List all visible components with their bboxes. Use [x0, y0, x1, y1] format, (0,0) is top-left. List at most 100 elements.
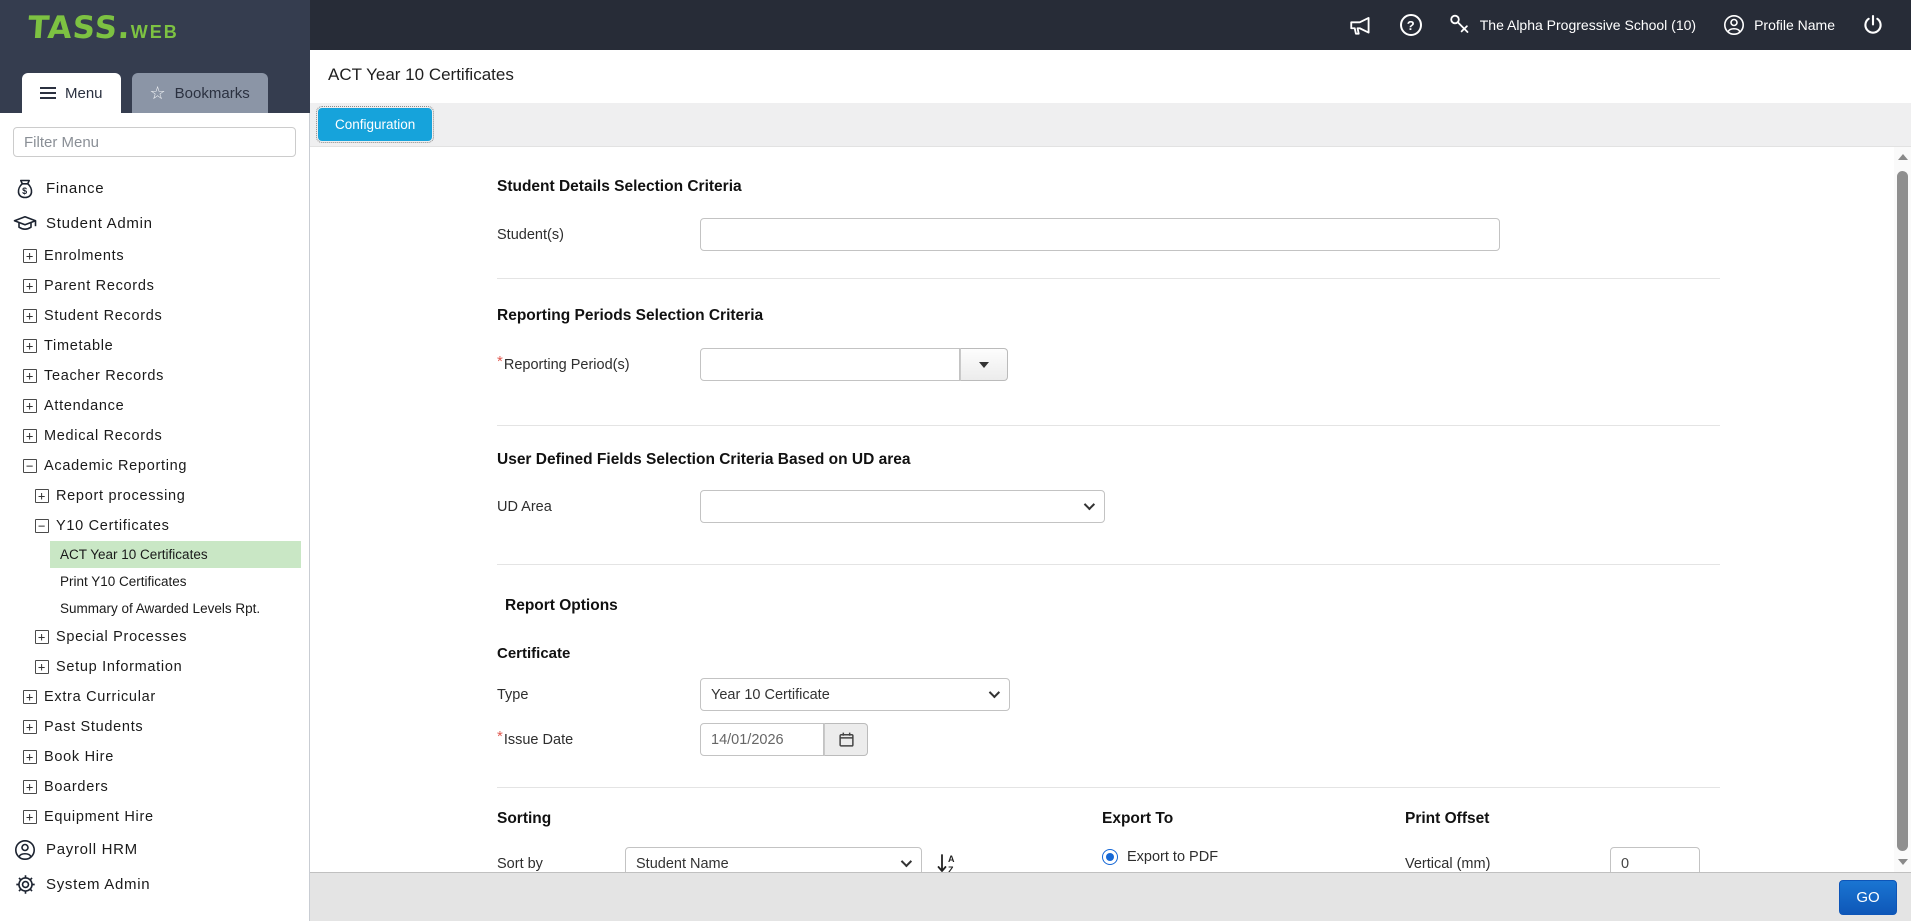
sidebar-item-label: Summary of Awarded Levels Rpt. [60, 601, 260, 616]
sidebar-item-payroll-hrm[interactable]: Payroll HRM [0, 832, 309, 867]
expand-plus-icon[interactable]: + [35, 489, 49, 503]
ud-area-select[interactable] [700, 490, 1105, 523]
chevron-down-icon [989, 687, 1000, 698]
sidebar-item-setup-information[interactable]: + Setup Information [0, 652, 309, 682]
sidebar-item-label: Payroll HRM [46, 841, 138, 858]
sort-az-icon[interactable]: A Z [935, 852, 957, 873]
expand-plus-icon[interactable]: + [35, 660, 49, 674]
sidebar-item-label: Book Hire [44, 749, 114, 765]
expand-plus-icon[interactable]: + [23, 309, 37, 323]
section-heading-report-options: Report Options [497, 597, 1720, 615]
calendar-button[interactable] [824, 723, 868, 756]
filter-menu-input[interactable] [13, 127, 296, 157]
sidebar-item-medical-records[interactable]: + Medical Records [0, 421, 309, 451]
profile-icon [1722, 13, 1746, 37]
sidebar-item-parent-records[interactable]: +Parent Records [0, 271, 309, 301]
expand-plus-icon[interactable]: + [23, 690, 37, 704]
sidebar-item-print-y10-certificates[interactable]: Print Y10 Certificates [50, 568, 301, 595]
reporting-period-label: *Reporting Period(s) [497, 356, 700, 373]
sidebar-item-label: Y10 Certificates [56, 518, 170, 534]
issue-date-label: *Issue Date [497, 731, 700, 748]
expand-plus-icon[interactable]: + [23, 339, 37, 353]
sort-by-label: Sort by [497, 856, 625, 872]
calendar-icon [838, 731, 855, 748]
sidebar-item-special-processes[interactable]: +Special Processes [0, 622, 309, 652]
certificate-type-select[interactable]: Year 10 Certificate [700, 678, 1010, 711]
expand-plus-icon[interactable]: + [23, 249, 37, 263]
title-bar: ACT Year 10 Certificates [310, 50, 1911, 103]
tass-logo[interactable]: TASS.WEB [28, 10, 179, 46]
reporting-period-dropdown-button[interactable] [960, 348, 1008, 381]
expand-plus-icon[interactable]: + [23, 429, 37, 443]
sidebar-item-student-admin[interactable]: Student Admin [0, 206, 309, 241]
collapse-minus-icon[interactable]: − [35, 519, 49, 533]
power-icon[interactable] [1861, 13, 1885, 37]
expand-plus-icon[interactable]: + [35, 630, 49, 644]
tab-configuration[interactable]: Configuration [318, 108, 432, 141]
reporting-period-input[interactable] [700, 348, 960, 381]
tab-strip: Configuration [310, 103, 1911, 147]
sidebar-item-label: Setup Information [56, 659, 182, 675]
expand-plus-icon[interactable]: + [23, 780, 37, 794]
tab-menu[interactable]: Menu [22, 73, 121, 113]
sidebar-item-academic-reporting[interactable]: −Academic Reporting [0, 451, 309, 481]
sidebar-item-summary-of-awarded-levels-rpt[interactable]: Summary of Awarded Levels Rpt. [50, 595, 301, 622]
sidebar-item-act-year-10-certificates[interactable]: ACT Year 10 Certificates [50, 541, 301, 568]
vertical-offset-input[interactable] [1610, 847, 1700, 872]
profile-name: Profile Name [1754, 17, 1835, 33]
sidebar-item-past-students[interactable]: +Past Students [0, 712, 309, 742]
dropdown-arrow-icon [979, 362, 989, 368]
person-icon [13, 838, 37, 862]
section-heading-reporting-periods: Reporting Periods Selection Criteria [497, 307, 1720, 325]
sidebar-item-timetable[interactable]: +Timetable [0, 331, 309, 361]
help-icon[interactable]: ? [1400, 14, 1422, 36]
sidebar-item-boarders[interactable]: +Boarders [0, 772, 309, 802]
school-selector[interactable]: The Alpha Progressive School (10) [1448, 13, 1696, 37]
megaphone-icon[interactable] [1348, 12, 1374, 38]
sidebar-item-book-hire[interactable]: + Book Hire [0, 742, 309, 772]
expand-plus-icon[interactable]: + [23, 369, 37, 383]
sidebar-item-report-processing[interactable]: + Report processing [0, 481, 309, 511]
footer-bar: GO [310, 872, 1911, 921]
collapse-minus-icon[interactable]: − [23, 459, 37, 473]
scroll-down-icon[interactable] [1894, 854, 1911, 870]
sidebar-item-y10-certificates[interactable]: −Y10 Certificates [0, 511, 309, 541]
expand-plus-icon[interactable]: + [23, 399, 37, 413]
sidebar-item-extra-curricular[interactable]: +Extra Curricular [0, 682, 309, 712]
sidebar-item-label: Equipment Hire [44, 809, 154, 825]
sidebar-header: TASS.WEB Menu ☆ Bookmarks [0, 0, 310, 113]
export-pdf-label: Export to PDF [1127, 849, 1218, 865]
money-bag-icon: $ [13, 177, 37, 201]
go-button[interactable]: GO [1839, 880, 1897, 915]
tab-menu-label: Menu [65, 85, 103, 102]
tab-bookmarks[interactable]: ☆ Bookmarks [132, 73, 268, 113]
configuration-form: Student Details Selection Criteria Stude… [310, 147, 1911, 872]
students-input[interactable] [700, 218, 1500, 251]
page-title: ACT Year 10 Certificates [328, 65, 514, 84]
issue-date-input[interactable] [700, 723, 824, 756]
sidebar-item-finance[interactable]: $Finance [0, 171, 309, 206]
sidebar-item-label: Student Records [44, 308, 163, 324]
star-icon: ☆ [150, 84, 166, 102]
vertical-scrollbar[interactable] [1894, 147, 1911, 872]
export-pdf-radio[interactable] [1102, 849, 1118, 865]
sort-by-select[interactable]: Student Name [625, 847, 922, 872]
sidebar-item-teacher-records[interactable]: +Teacher Records [0, 361, 309, 391]
sidebar-item-student-records[interactable]: + Student Records [0, 301, 309, 331]
students-label: Student(s) [497, 227, 700, 243]
sidebar-item-label: Report processing [56, 488, 186, 504]
expand-plus-icon[interactable]: + [23, 720, 37, 734]
sidebar-item-attendance[interactable]: +Attendance [0, 391, 309, 421]
scrollbar-thumb[interactable] [1897, 171, 1908, 851]
sidebar-item-system-admin[interactable]: System Admin [0, 867, 309, 902]
expand-plus-icon[interactable]: + [23, 279, 37, 293]
chevron-down-icon [901, 856, 912, 867]
scroll-up-icon[interactable] [1894, 149, 1911, 165]
profile-menu[interactable]: Profile Name [1722, 13, 1835, 37]
sidebar-item-enrolments[interactable]: +Enrolments [0, 241, 309, 271]
sidebar-item-equipment-hire[interactable]: + Equipment Hire [0, 802, 309, 832]
expand-plus-icon[interactable]: + [23, 750, 37, 764]
sidebar-item-label: Medical Records [44, 428, 163, 444]
expand-plus-icon[interactable]: + [23, 810, 37, 824]
menu-tree: $FinanceStudent Admin+Enrolments+Parent … [0, 163, 309, 902]
